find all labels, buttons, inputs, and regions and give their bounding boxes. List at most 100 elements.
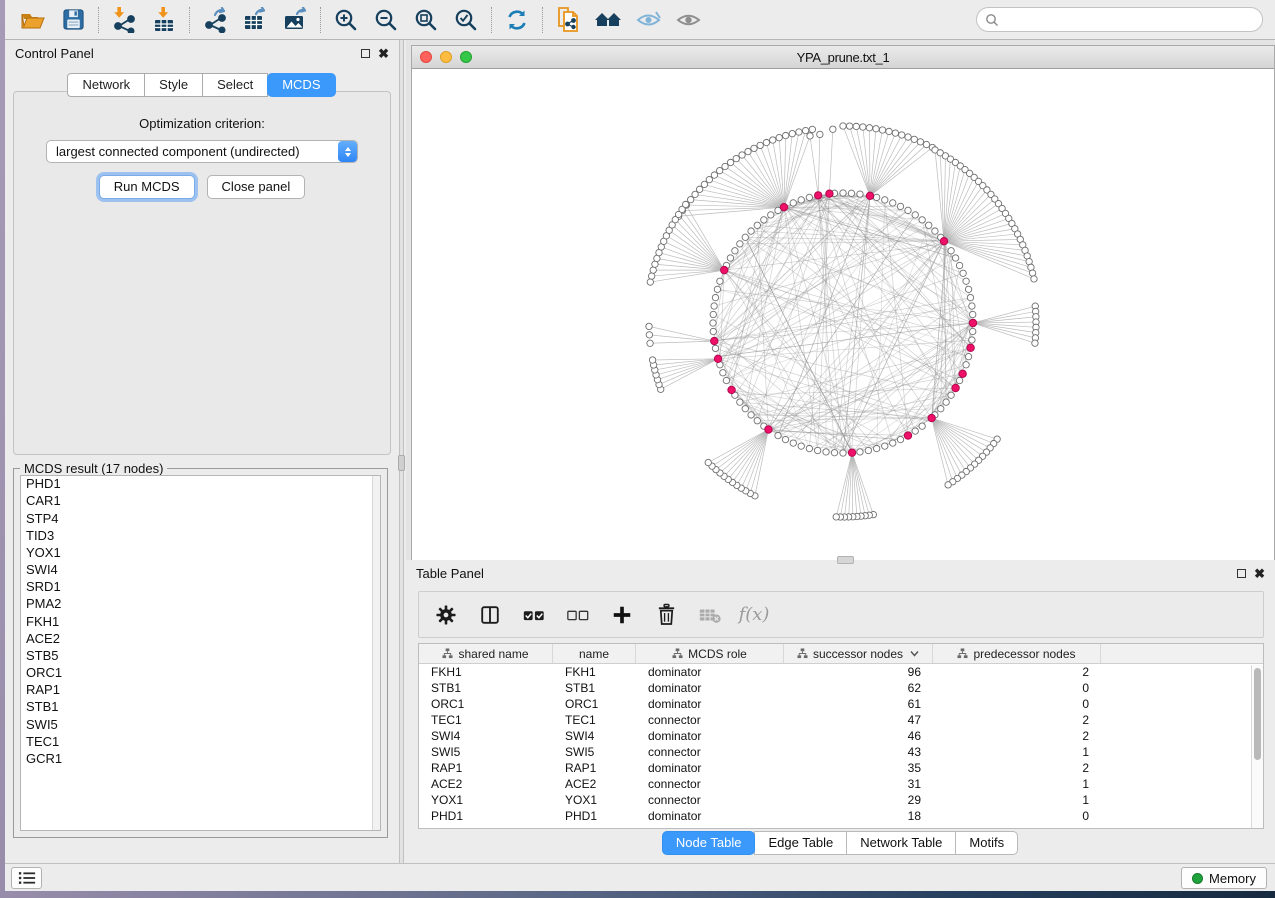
cell-shared_name[interactable]: TEC1 [419,712,553,728]
refresh-network-button[interactable] [497,4,537,36]
search-box[interactable] [976,7,1263,32]
cell-name[interactable]: PHD1 [553,808,636,824]
network-node[interactable] [717,278,723,284]
mcds-result-list[interactable]: PHD1CAR1STP4TID3YOX1SWI4SRD1PMA2FKH1ACE2… [20,475,381,831]
network-node[interactable] [890,200,896,206]
search-input[interactable] [999,13,1239,27]
cell-shared_name[interactable]: ACE2 [419,776,553,792]
import-network-button[interactable] [104,4,144,36]
mcds-result-item[interactable]: TEC1 [21,734,380,751]
network-node[interactable] [817,131,823,137]
dominator-node[interactable] [967,344,974,351]
network-node[interactable] [722,163,728,169]
network-node[interactable] [919,217,925,223]
cell-mcds_role[interactable]: dominator [636,808,784,824]
cell-mcds_role[interactable]: connector [636,792,784,808]
network-node[interactable] [963,362,969,368]
cell-mcds_role[interactable]: dominator [636,760,784,776]
network-node[interactable] [831,450,837,456]
network-node[interactable] [830,126,836,132]
table-row[interactable]: SWI4SWI4dominator462 [419,728,1263,744]
cell-successor_nodes[interactable]: 43 [784,744,933,760]
network-node[interactable] [848,190,854,196]
network-node[interactable] [945,482,951,488]
network-node[interactable] [943,399,949,405]
column-header-successor-nodes[interactable]: successor nodes [784,644,933,663]
mcds-result-item[interactable]: STB1 [21,699,380,716]
network-node[interactable] [705,459,711,465]
network-node[interactable] [970,328,976,334]
network-node[interactable] [710,328,716,334]
export-table-button[interactable] [235,4,275,36]
network-node[interactable] [646,323,652,329]
float-panel-icon[interactable] [361,49,370,58]
mcds-result-item[interactable]: YOX1 [21,545,380,562]
network-node[interactable] [860,124,866,130]
network-view[interactable] [412,69,1274,559]
cell-mcds_role[interactable]: dominator [636,696,784,712]
network-node[interactable] [706,176,712,182]
network-node[interactable] [865,447,871,453]
column-header-name[interactable]: name [553,644,636,663]
tab-network-table[interactable]: Network Table [846,831,956,855]
horizontal-splitter-grip[interactable] [837,556,854,564]
network-node[interactable] [923,141,929,147]
dominator-node[interactable] [721,266,728,273]
network-node[interactable] [911,136,917,142]
mcds-result-item[interactable]: CAR1 [21,493,380,510]
network-node[interactable] [1032,340,1038,346]
dominator-node[interactable] [728,386,735,393]
network-node[interactable] [790,440,796,446]
network-node[interactable] [682,201,688,207]
network-node[interactable] [948,248,954,254]
dominator-node[interactable] [940,237,947,244]
network-node[interactable] [776,134,782,140]
network-node[interactable] [710,320,716,326]
dominator-node[interactable] [711,337,718,344]
table-row[interactable]: TEC1TEC1connector472 [419,712,1263,728]
import-table-button[interactable] [144,4,184,36]
network-node[interactable] [846,123,852,129]
hide-glyphs-button[interactable] [628,4,668,36]
zoom-in-button[interactable] [326,4,366,36]
cell-successor_nodes[interactable]: 46 [784,728,933,744]
export-image-button[interactable] [275,4,315,36]
network-node[interactable] [696,186,702,192]
cell-shared_name[interactable]: RAP1 [419,760,553,776]
tab-network[interactable]: Network [67,73,145,97]
network-node[interactable] [873,445,879,451]
network-node[interactable] [802,127,808,133]
cell-name[interactable]: RAP1 [553,760,636,776]
cell-mcds_role[interactable]: connector [636,776,784,792]
network-node[interactable] [733,155,739,161]
table-row[interactable]: FKH1FKH1dominator962 [419,664,1263,680]
network-node[interactable] [886,128,892,134]
table-row[interactable]: YOX1YOX1connector291 [419,792,1263,808]
network-node[interactable] [790,200,796,206]
dominator-node[interactable] [866,192,873,199]
delete-column-button[interactable] [651,598,681,632]
dominator-node[interactable] [952,384,959,391]
dominator-node[interactable] [904,432,911,439]
network-node[interactable] [956,377,962,383]
cell-predecessor_nodes[interactable]: 1 [933,792,1101,808]
cell-name[interactable]: YOX1 [553,792,636,808]
network-node[interactable] [969,303,975,309]
network-node[interactable] [742,406,748,412]
cell-name[interactable]: SWI5 [553,744,636,760]
network-node[interactable] [899,132,905,138]
cell-successor_nodes[interactable]: 62 [784,680,933,696]
cell-name[interactable]: ACE2 [553,776,636,792]
cell-name[interactable]: FKH1 [553,664,636,680]
close-panel-icon[interactable]: ✖ [1254,567,1265,580]
duplicate-page-button[interactable] [548,4,588,36]
home-button[interactable] [588,4,628,36]
network-node[interactable] [897,436,903,442]
cell-successor_nodes[interactable]: 96 [784,664,933,680]
network-node[interactable] [919,423,925,429]
cell-mcds_role[interactable]: dominator [636,664,784,680]
table-row[interactable]: RAP1RAP1dominator352 [419,760,1263,776]
show-panels-button[interactable] [11,867,42,889]
cell-mcds_role[interactable]: dominator [636,728,784,744]
column-header-shared-name[interactable]: shared name [419,644,553,663]
